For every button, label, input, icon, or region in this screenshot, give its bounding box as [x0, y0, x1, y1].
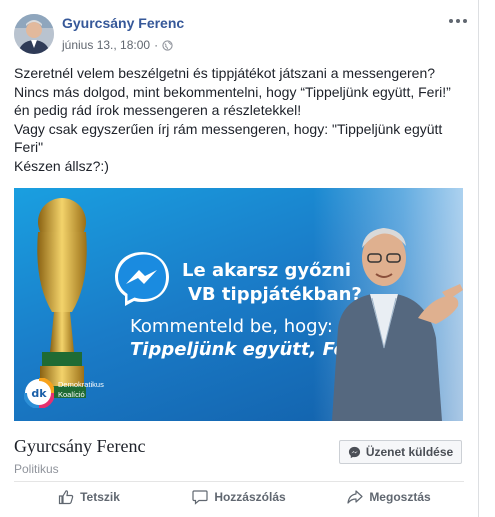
share-icon [347, 490, 363, 504]
like-label: Tetszik [80, 490, 120, 504]
dk-logo-letters: dk [31, 387, 47, 400]
like-button[interactable]: Tetszik [14, 484, 164, 510]
post-header: Gyurcsány Ferenc június 13., 18:00 · [14, 12, 472, 56]
actions-divider [14, 481, 464, 482]
share-button[interactable]: Megosztás [314, 484, 464, 510]
post-text-line: Vagy csak egyszerűen írj rám messengeren… [14, 120, 443, 156]
post-text-line: Szeretnél velem beszélgetni és tippjáték… [14, 65, 436, 81]
dk-logo-text: Demokratikus Koalíció [58, 380, 104, 400]
thumbs-up-icon [58, 490, 74, 505]
comment-label: Hozzászólás [214, 490, 286, 504]
dk-logo-text-line: Demokratikus [58, 380, 104, 389]
post-meta: június 13., 18:00 · [62, 38, 173, 52]
messenger-small-icon [348, 446, 360, 458]
dk-logo-icon: dk [23, 377, 55, 409]
post-text: Szeretnél velem beszélgetni és tippjáték… [14, 64, 464, 175]
more-dots-icon[interactable] [448, 16, 468, 26]
politician-photo [332, 228, 463, 421]
facebook-post: Gyurcsány Ferenc június 13., 18:00 · Sze… [0, 0, 479, 517]
send-message-label: Üzenet küldése [365, 445, 454, 459]
post-actions-bar: Tetszik Hozzászólás Megosztás [14, 484, 464, 510]
page-name[interactable]: Gyurcsány Ferenc [14, 436, 145, 457]
author-name[interactable]: Gyurcsány Ferenc [62, 15, 184, 31]
post-text-line: Készen állsz?:) [14, 157, 109, 174]
author-avatar[interactable] [14, 14, 54, 54]
dk-logo: dk Demokratikus Koalíció [23, 377, 144, 412]
banner-headline: Le akarsz győzni [182, 260, 351, 281]
dk-logo-text-line: Koalíció [58, 390, 85, 399]
globe-icon[interactable] [162, 39, 173, 51]
comment-button[interactable]: Hozzászólás [164, 484, 314, 510]
page-category: Politikus [14, 462, 59, 476]
meta-separator: · [154, 38, 159, 52]
comment-icon [192, 490, 208, 505]
post-text-line: Nincs más dolgod, mint bekommentelni, ho… [14, 83, 451, 119]
banner-subline: Kommenteld be, hogy: [130, 316, 333, 337]
send-message-button[interactable]: Üzenet küldése [339, 440, 462, 464]
messenger-icon [115, 252, 169, 306]
post-image-banner[interactable]: Le akarsz győzni VB tippjátékban? Kommen… [14, 188, 463, 421]
share-label: Megosztás [369, 490, 431, 504]
post-date[interactable]: június 13., 18:00 [62, 38, 150, 52]
